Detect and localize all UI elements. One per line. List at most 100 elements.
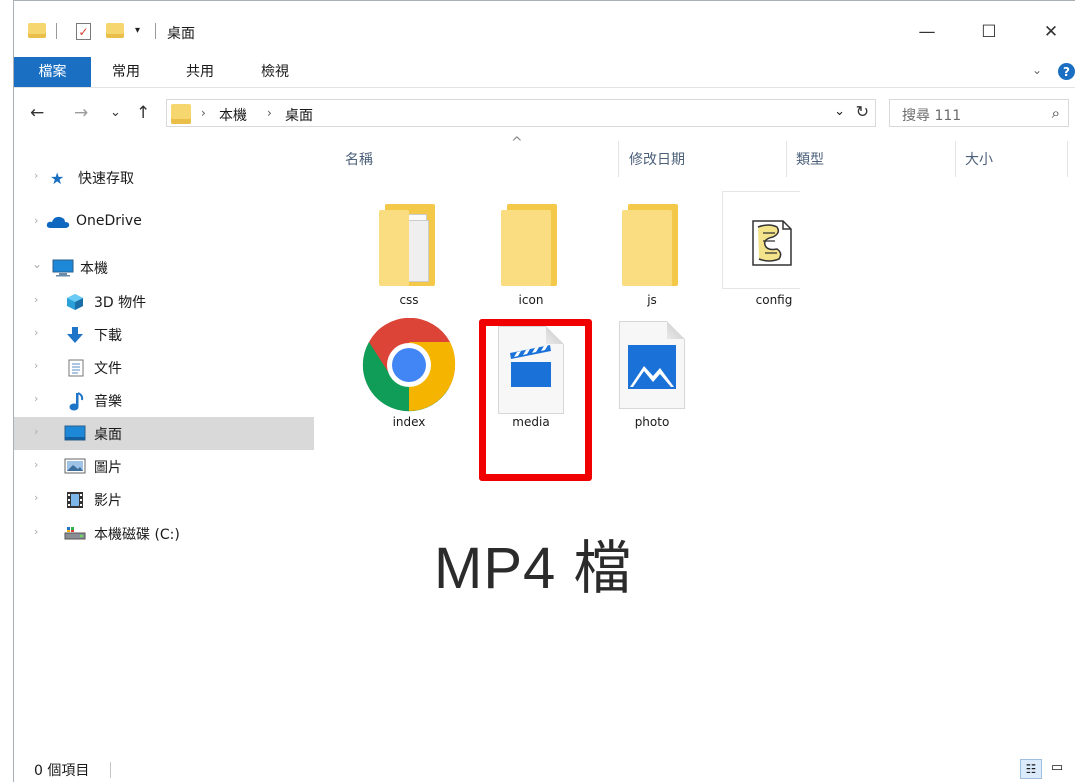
file-name: photo bbox=[634, 415, 670, 429]
search-icon[interactable]: ⌕ bbox=[1052, 104, 1060, 122]
nav-item-pictures[interactable]: › 圖片 bbox=[14, 450, 314, 483]
back-button[interactable]: ← bbox=[30, 103, 44, 123]
nav-label: 音樂 bbox=[94, 394, 122, 410]
nav-item-local-disk[interactable]: › 本機磁碟 (C:) bbox=[14, 517, 314, 550]
star-icon: ★ bbox=[50, 169, 65, 188]
chrome-icon bbox=[362, 317, 456, 416]
folder-icon bbox=[28, 23, 46, 38]
expand-ribbon-icon[interactable]: ⌄ bbox=[1032, 63, 1042, 77]
nav-item-videos[interactable]: › 影片 bbox=[14, 483, 314, 516]
column-header-name[interactable]: 名稱 bbox=[345, 149, 373, 169]
file-item-js[interactable]: js bbox=[597, 196, 707, 316]
chevron-right-icon[interactable]: › bbox=[34, 392, 38, 405]
status-divider bbox=[110, 762, 111, 778]
cube-icon bbox=[66, 293, 84, 310]
maximize-button[interactable]: ☐ bbox=[966, 15, 1012, 49]
nav-label: 快速存取 bbox=[78, 171, 134, 187]
address-bar[interactable]: › 本機 › 桌面 ⌄ ↻ bbox=[166, 99, 876, 127]
nav-label: 文件 bbox=[94, 361, 122, 377]
forward-button[interactable]: → bbox=[74, 103, 88, 123]
file-name: css bbox=[399, 293, 419, 307]
nav-label: 3D 物件 bbox=[94, 295, 147, 311]
tab-file[interactable]: 檔案 bbox=[14, 57, 91, 87]
chevron-right-icon[interactable]: › bbox=[34, 425, 38, 438]
breadcrumb-separator[interactable]: › bbox=[267, 106, 272, 120]
new-folder-button[interactable] bbox=[106, 23, 124, 38]
up-button[interactable]: ↑ bbox=[136, 103, 150, 123]
breadcrumb-this-pc[interactable]: 本機 bbox=[219, 105, 247, 125]
file-name: icon bbox=[518, 293, 544, 307]
nav-item-documents[interactable]: › 文件 bbox=[14, 351, 314, 384]
nav-item-this-pc[interactable]: ⌄ 本機 bbox=[14, 251, 314, 284]
search-box[interactable]: 搜尋 111 ⌕ bbox=[889, 99, 1069, 127]
nav-item-onedrive[interactable]: › OneDrive bbox=[14, 206, 314, 239]
script-file-icon bbox=[749, 219, 793, 271]
column-header-type[interactable]: 類型 bbox=[796, 149, 824, 169]
column-divider[interactable] bbox=[618, 141, 619, 177]
minimize-button[interactable]: — bbox=[904, 15, 950, 49]
file-item-css[interactable]: css bbox=[354, 196, 464, 316]
tab-share[interactable]: 共用 bbox=[170, 57, 230, 87]
column-header-modified[interactable]: 修改日期 bbox=[629, 149, 685, 169]
nav-item-downloads[interactable]: › 下載 bbox=[14, 318, 314, 351]
column-header-size[interactable]: 大小 bbox=[965, 149, 993, 169]
close-button[interactable]: ✕ bbox=[1028, 15, 1074, 49]
search-input[interactable]: 搜尋 111 bbox=[902, 105, 961, 125]
nav-label: 下載 bbox=[94, 328, 122, 344]
file-item-config[interactable]: config bbox=[719, 191, 829, 316]
column-divider[interactable] bbox=[786, 141, 787, 177]
sort-ascending-icon: ^ bbox=[511, 135, 523, 151]
nav-label: 桌面 bbox=[94, 427, 122, 443]
chevron-right-icon[interactable]: › bbox=[34, 326, 38, 339]
nav-item-music[interactable]: › 音樂 bbox=[14, 384, 314, 417]
nav-item-quick-access[interactable]: › ★ 快速存取 bbox=[14, 161, 314, 194]
chevron-right-icon[interactable]: › bbox=[34, 169, 38, 182]
status-bar: 0 個項目 ☷ ▭ bbox=[14, 751, 1075, 782]
chevron-right-icon[interactable]: › bbox=[34, 293, 38, 306]
ribbon-divider bbox=[14, 87, 1075, 88]
refresh-icon[interactable]: ↻ bbox=[856, 102, 869, 121]
item-count: 0 個項目 bbox=[34, 763, 90, 779]
image-file-icon bbox=[619, 321, 685, 409]
chevron-right-icon[interactable]: › bbox=[34, 359, 38, 372]
explorer-window: ✓ ▾ 桌面 — ☐ ✕ 檔案 常用 共用 檢視 ⌄ ? ← → ⌄ ↑ › 本… bbox=[13, 0, 1075, 782]
drive-icon bbox=[64, 525, 86, 541]
details-view-icon[interactable]: ☷ bbox=[1020, 759, 1042, 779]
nav-label: 圖片 bbox=[94, 460, 122, 476]
folder-with-files-icon bbox=[379, 204, 435, 286]
folder-icon bbox=[501, 204, 557, 286]
desktop-icon bbox=[64, 425, 86, 441]
chevron-right-icon[interactable]: › bbox=[34, 214, 38, 227]
music-icon bbox=[68, 392, 86, 411]
chevron-down-icon[interactable]: ⌄ bbox=[32, 257, 42, 271]
column-divider[interactable] bbox=[1067, 141, 1068, 177]
window-title: 桌面 bbox=[167, 26, 195, 42]
tab-view[interactable]: 檢視 bbox=[245, 57, 305, 87]
tab-home[interactable]: 常用 bbox=[96, 57, 156, 87]
help-icon[interactable]: ? bbox=[1058, 63, 1075, 80]
highlight-box bbox=[479, 319, 592, 481]
picture-icon bbox=[64, 458, 86, 474]
recent-locations-button[interactable]: ⌄ bbox=[110, 105, 121, 120]
checkmark-document-icon: ✓ bbox=[76, 23, 91, 40]
customize-toolbar-dropdown-icon[interactable]: ▾ bbox=[135, 25, 140, 36]
breadcrumb-desktop[interactable]: 桌面 bbox=[285, 105, 313, 125]
nav-label: 本機 bbox=[80, 261, 108, 277]
address-row: ← → ⌄ ↑ › 本機 › 桌面 ⌄ ↻ 搜尋 111 ⌕ bbox=[14, 97, 1075, 131]
nav-item-desktop[interactable]: › 桌面 bbox=[14, 417, 314, 450]
download-icon bbox=[66, 326, 84, 343]
file-item-icon[interactable]: icon bbox=[476, 196, 586, 316]
address-dropdown-icon[interactable]: ⌄ bbox=[834, 104, 845, 119]
column-divider[interactable] bbox=[955, 141, 956, 177]
chevron-right-icon[interactable]: › bbox=[34, 491, 38, 504]
chevron-right-icon[interactable]: › bbox=[34, 458, 38, 471]
file-item-photo[interactable]: photo bbox=[597, 316, 707, 441]
nav-item-3d-objects[interactable]: › 3D 物件 bbox=[14, 285, 314, 318]
toolbar-divider bbox=[155, 23, 156, 39]
breadcrumb-separator[interactable]: › bbox=[201, 106, 206, 120]
large-icons-view-icon[interactable]: ▭ bbox=[1046, 759, 1068, 779]
toolbar-divider bbox=[56, 23, 57, 39]
file-item-index[interactable]: index bbox=[354, 316, 464, 441]
chevron-right-icon[interactable]: › bbox=[34, 525, 38, 538]
properties-button[interactable]: ✓ bbox=[76, 23, 91, 40]
